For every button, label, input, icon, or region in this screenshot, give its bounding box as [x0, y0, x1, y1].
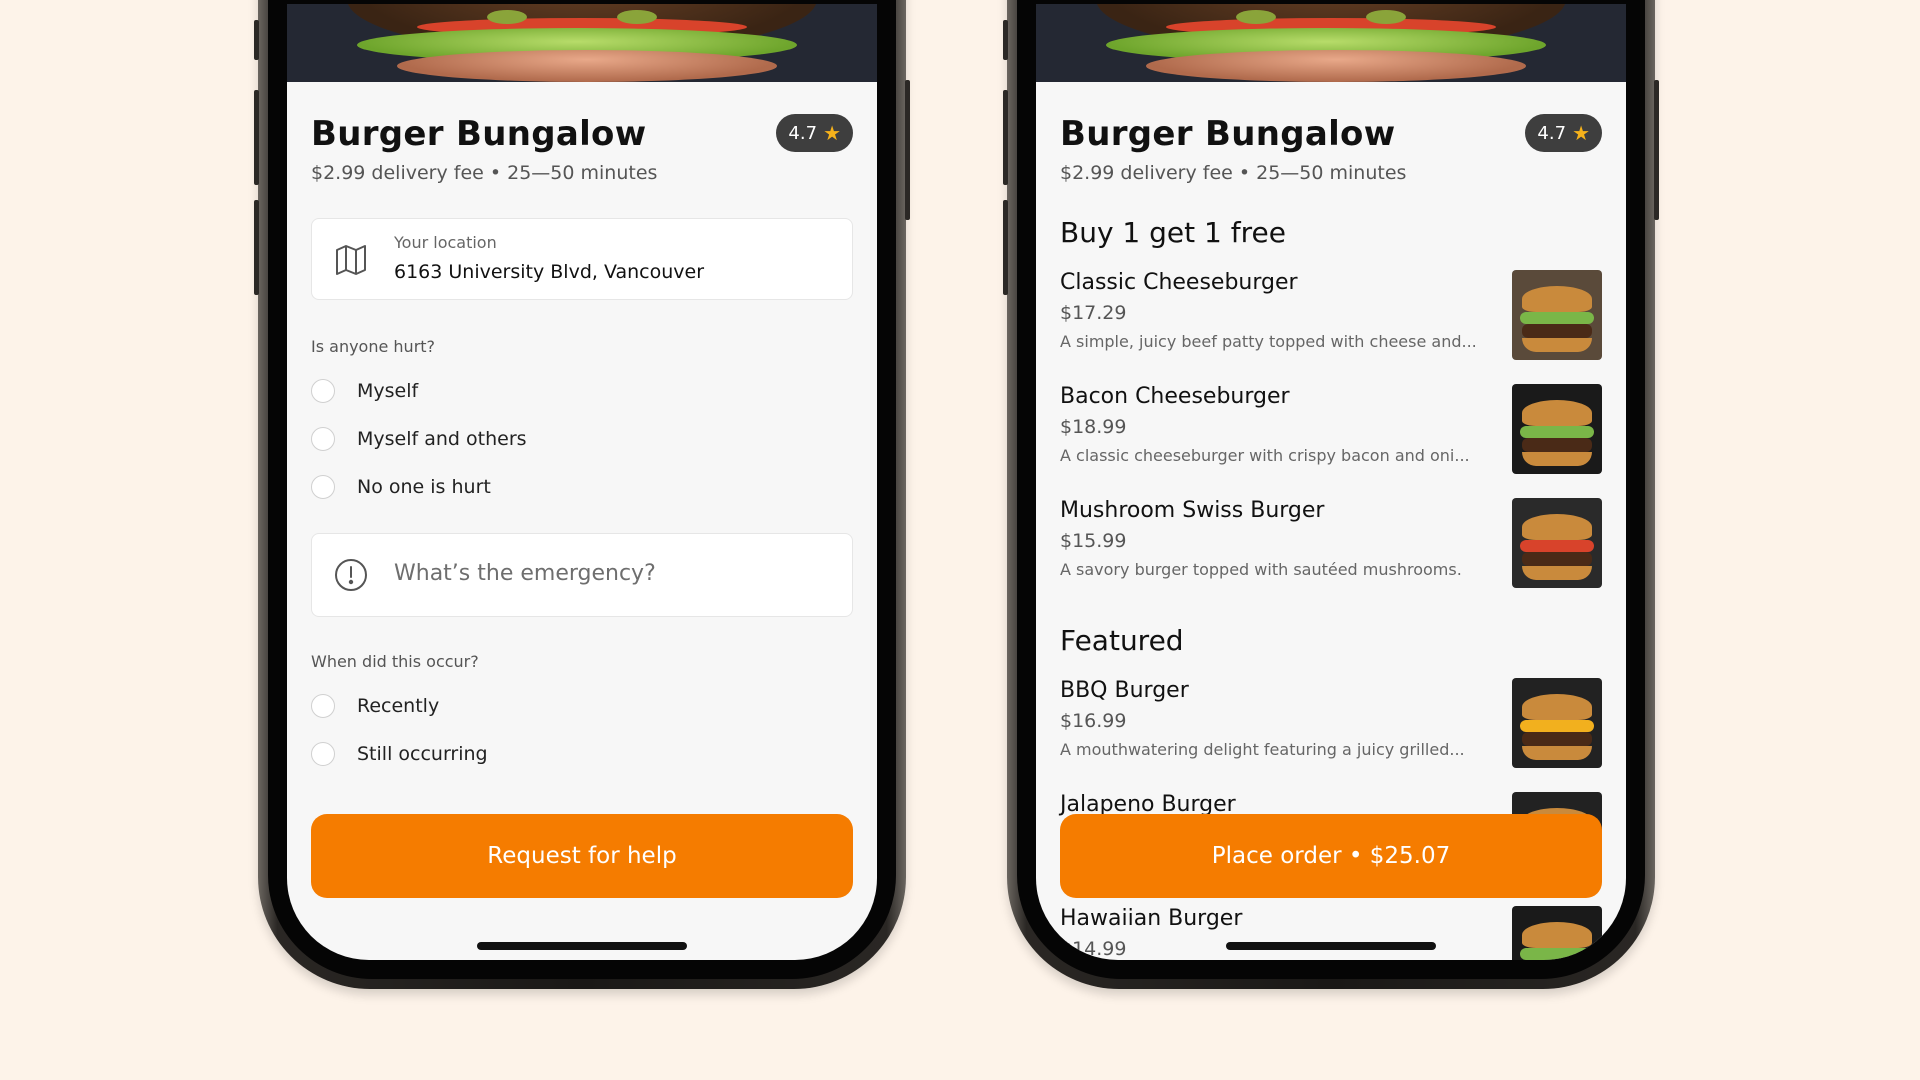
- delivery-info: $2.99 delivery fee • 25—50 minutes: [311, 162, 658, 184]
- menu-item-mushroom-swiss-burger[interactable]: Mushroom Swiss Burger $15.99 A savory bu…: [1060, 498, 1602, 590]
- menu-item-classic-cheeseburger[interactable]: Classic Cheeseburger $17.29 A simple, ju…: [1060, 270, 1602, 362]
- home-indicator[interactable]: [1226, 942, 1436, 950]
- location-label: Your location: [394, 233, 497, 252]
- rating-badge: 4.7 ★: [776, 114, 853, 152]
- emergency-placeholder: What’s the emergency?: [394, 561, 656, 586]
- location-value: 6163 University Blvd, Vancouver: [394, 261, 705, 283]
- item-price: $16.99: [1060, 710, 1127, 732]
- item-name: Mushroom Swiss Burger: [1060, 498, 1325, 523]
- phone-left: Burger Bungalow 4.7 ★ $2.99 delivery fee…: [254, 0, 910, 989]
- item-price: $18.99: [1060, 416, 1127, 438]
- emergency-input[interactable]: What’s the emergency?: [311, 533, 853, 617]
- location-card[interactable]: Your location 6163 University Blvd, Vanc…: [311, 218, 853, 300]
- item-price: $17.29: [1060, 302, 1127, 324]
- star-icon: ★: [1572, 121, 1590, 145]
- radio-recently[interactable]: Recently: [311, 691, 439, 721]
- radio-still-occurring[interactable]: Still occurring: [311, 739, 488, 769]
- restaurant-title: Burger Bungalow: [311, 114, 647, 154]
- radio-circle[interactable]: [311, 475, 335, 499]
- item-description: A savory burger topped with sautéed mush…: [1060, 560, 1462, 579]
- star-icon: ★: [823, 121, 841, 145]
- radio-label: Myself and others: [357, 428, 527, 450]
- radio-circle[interactable]: [311, 427, 335, 451]
- when-question: When did this occur?: [311, 652, 479, 671]
- delivery-info: $2.99 delivery fee • 25—50 minutes: [1060, 162, 1407, 184]
- item-photo: [1512, 498, 1602, 588]
- item-photo: [1512, 906, 1602, 960]
- radio-label: No one is hurt: [357, 476, 491, 498]
- item-price: $14.99: [1060, 938, 1127, 960]
- radio-no-one-hurt[interactable]: No one is hurt: [311, 472, 491, 502]
- section-title-bogo: Buy 1 get 1 free: [1060, 216, 1286, 249]
- radio-label: Still occurring: [357, 743, 488, 765]
- radio-circle[interactable]: [311, 379, 335, 403]
- menu-screen: Burger Bungalow 4.7 ★ $2.99 delivery fee…: [1036, 4, 1626, 960]
- radio-label: Myself: [357, 380, 419, 402]
- item-description: A simple, juicy beef patty topped with c…: [1060, 332, 1477, 351]
- menu-item-bacon-cheeseburger[interactable]: Bacon Cheeseburger $18.99 A classic chee…: [1060, 384, 1602, 476]
- item-photo: [1512, 384, 1602, 474]
- phone-right: Burger Bungalow 4.7 ★ $2.99 delivery fee…: [1003, 0, 1659, 989]
- hero-image: [1036, 4, 1626, 82]
- item-price: $15.99: [1060, 530, 1127, 552]
- rating-value: 4.7: [788, 122, 818, 144]
- restaurant-title: Burger Bungalow: [1060, 114, 1396, 154]
- rating-badge: 4.7 ★: [1525, 114, 1602, 152]
- item-photo: [1512, 270, 1602, 360]
- item-description: A mouthwatering delight featuring a juic…: [1060, 740, 1465, 759]
- map-icon: [336, 245, 366, 275]
- radio-circle[interactable]: [311, 694, 335, 718]
- item-name: Classic Cheeseburger: [1060, 270, 1298, 295]
- item-name: Hawaiian Burger: [1060, 906, 1243, 931]
- menu-item-hawaiian-burger[interactable]: Hawaiian Burger $14.99: [1060, 906, 1602, 960]
- item-name: BBQ Burger: [1060, 678, 1189, 703]
- item-name: Bacon Cheeseburger: [1060, 384, 1290, 409]
- item-description: A classic cheeseburger with crispy bacon…: [1060, 446, 1470, 465]
- item-photo: [1512, 678, 1602, 768]
- menu-item-bbq-burger[interactable]: BBQ Burger $16.99 A mouthwatering deligh…: [1060, 678, 1602, 770]
- section-title-featured: Featured: [1060, 624, 1184, 657]
- radio-label: Recently: [357, 695, 440, 717]
- alert-circle-icon: [335, 559, 367, 591]
- request-help-button[interactable]: Request for help: [311, 814, 853, 898]
- radio-circle[interactable]: [311, 742, 335, 766]
- rating-value: 4.7: [1537, 122, 1567, 144]
- help-screen: Burger Bungalow 4.7 ★ $2.99 delivery fee…: [287, 4, 877, 960]
- hurt-question: Is anyone hurt?: [311, 337, 436, 356]
- radio-myself-and-others[interactable]: Myself and others: [311, 424, 527, 454]
- hero-image: [287, 4, 877, 82]
- radio-myself[interactable]: Myself: [311, 376, 418, 406]
- place-order-button[interactable]: Place order • $25.07: [1060, 814, 1602, 898]
- home-indicator[interactable]: [477, 942, 687, 950]
